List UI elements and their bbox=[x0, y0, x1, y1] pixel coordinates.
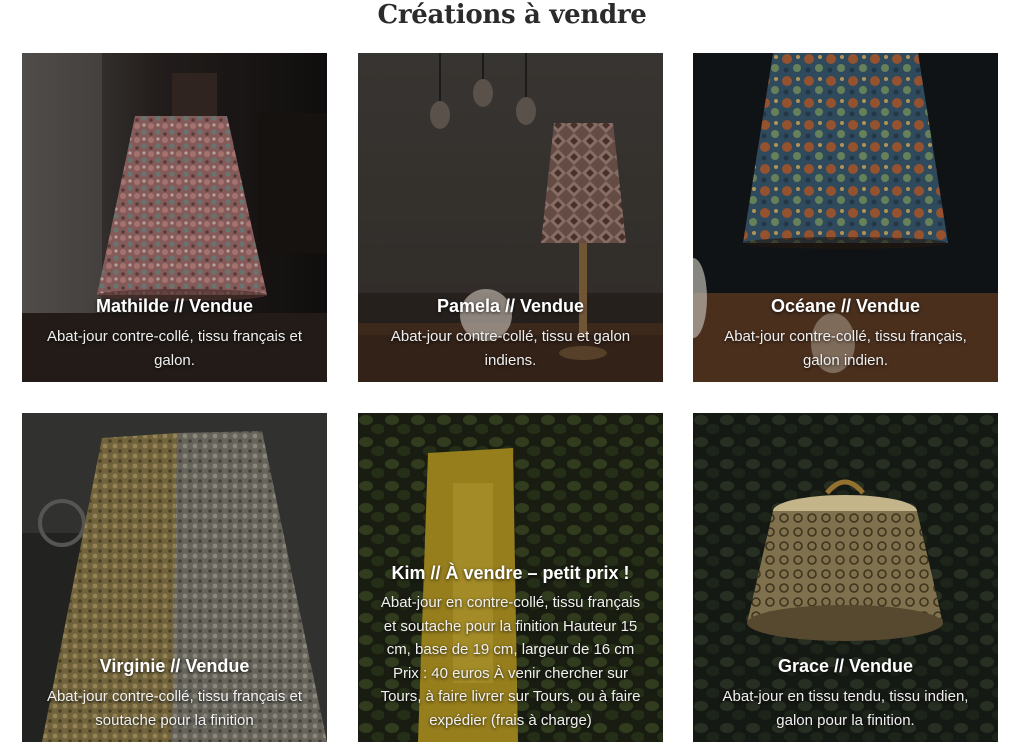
product-card-mathilde[interactable]: Mathilde // Vendue Abat-jour contre-coll… bbox=[22, 53, 327, 382]
product-card-grace[interactable]: Grace // Vendue Abat-jour en tissu tendu… bbox=[693, 413, 998, 742]
card-title[interactable]: Kim // À vendre – petit prix ! bbox=[380, 562, 641, 584]
card-title[interactable]: Pamela // Vendue bbox=[380, 295, 641, 317]
product-card-kim[interactable]: Kim // À vendre – petit prix ! Abat-jour… bbox=[358, 413, 663, 742]
card-description: Abat-jour contre-collé, tissu et galon i… bbox=[390, 328, 631, 369]
card-description: Abat-jour contre-collé, tissu français, … bbox=[724, 328, 967, 369]
product-card-pamela[interactable]: Pamela // Vendue Abat-jour contre-collé,… bbox=[358, 53, 663, 382]
card-title[interactable]: Virginie // Vendue bbox=[44, 655, 305, 677]
card-description: Abat-jour contre-collé, tissu français e… bbox=[46, 328, 303, 369]
product-card-virginie[interactable]: Virginie // Vendue Abat-jour contre-coll… bbox=[22, 413, 327, 742]
card-title[interactable]: Grace // Vendue bbox=[715, 655, 976, 677]
card-title[interactable]: Océane // Vendue bbox=[715, 295, 976, 317]
card-description: Abat-jour contre-collé, tissu français e… bbox=[46, 688, 303, 729]
product-card-oceane[interactable]: Océane // Vendue Abat-jour contre-collé,… bbox=[693, 53, 998, 382]
card-description: Abat-jour en contre-collé, tissu françai… bbox=[380, 594, 641, 729]
page-title: Créations à vendre bbox=[377, 0, 647, 30]
card-title[interactable]: Mathilde // Vendue bbox=[44, 295, 305, 317]
card-description: Abat-jour en tissu tendu, tissu indien, … bbox=[722, 688, 969, 729]
